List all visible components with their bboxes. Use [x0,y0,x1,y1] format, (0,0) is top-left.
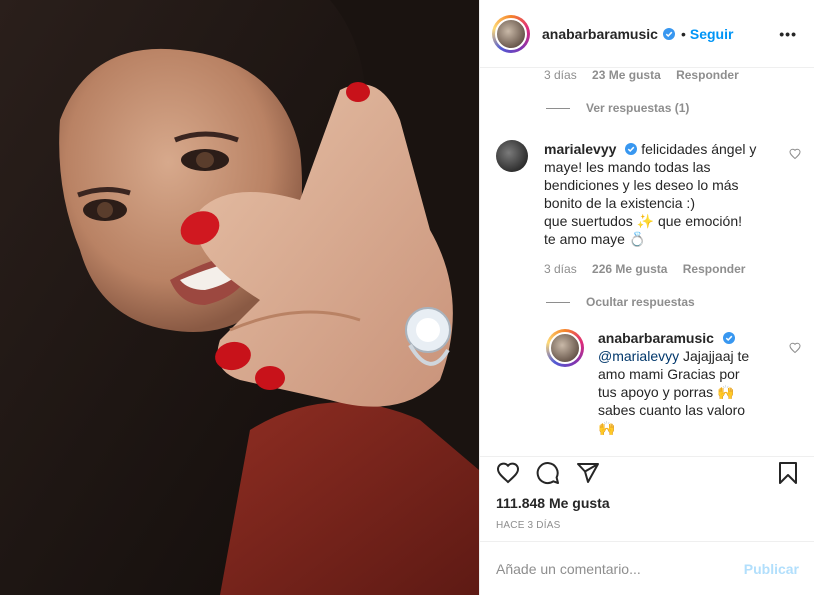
view-replies-button[interactable]: Ver respuestas (1) [546,101,689,115]
comment-item: marialevyy felicidades ángel y maye! les… [496,140,786,248]
reply-username[interactable]: anabarbaramusic [598,330,714,346]
comment-text-line: bonito de la existencia :) [544,195,695,211]
reply-button[interactable]: Responder [676,68,739,82]
comment-username[interactable]: marialevyy [544,141,616,157]
share-paper-plane-icon[interactable] [576,461,600,485]
post-likes-count[interactable]: 111.848 Me gusta [496,495,610,511]
top-comment-meta: 3 días 23 Me gusta Responder [544,68,751,82]
verified-badge-icon [625,143,638,155]
comment-text-line: felicidades ángel y [641,141,757,157]
reply-body: anabarbaramusic @marialevyy Jajajjaaj te… [598,329,749,437]
verified-badge-icon [722,332,735,344]
reply-text-line: tus apoyo y porras [598,384,714,400]
avatar[interactable] [549,332,581,364]
mention-link[interactable]: @marialevyy [598,348,679,364]
author-username[interactable]: anabarbaramusic [542,26,658,42]
like-reply-heart-icon[interactable] [789,342,801,354]
raising-hands-emoji: 🙌 [598,420,616,436]
comment-likes[interactable]: 226 Me gusta [592,262,667,276]
divider [546,107,570,109]
follow-button[interactable]: Seguir [690,26,734,42]
comment-text-line: que emoción! [657,213,743,229]
raising-hands-emoji: 🙌 [717,384,735,400]
sparkles-emoji: ✨ [636,213,655,229]
add-comment-bar: Publicar [480,541,814,595]
comment-text-line: que suertudos [544,213,633,229]
post-photo-illustration [0,0,479,595]
header-separator: • [680,25,686,42]
divider [546,301,570,303]
ring-emoji: 💍 [628,231,647,247]
avatar[interactable] [496,140,528,172]
view-replies-label: Ver respuestas (1) [586,101,690,115]
post-timestamp[interactable]: HACE 3 DÍAS [496,520,560,531]
post-image[interactable] [0,0,479,595]
reply-item: anabarbaramusic @marialevyy Jajajjaaj te… [546,329,786,437]
reply-text-line: amo mami Gracias por [598,366,740,382]
reply-text-line: Jajajjaaj te [683,348,750,364]
comments-list[interactable]: 3 días 23 Me gusta Responder Ver respues… [480,68,814,456]
like-comment-heart-icon[interactable] [789,148,801,160]
comment-input[interactable] [496,560,744,577]
comment-time[interactable]: 3 días [544,262,577,276]
comment-text-line: te amo maye [544,231,625,247]
reply-text-line: sabes cuanto las valoro [598,402,746,418]
avatar[interactable] [495,17,527,50]
reply-button[interactable]: Responder [683,262,746,276]
comment-time[interactable]: 3 días [544,68,577,82]
verified-badge-icon [662,27,675,40]
comment-text-line: bendiciones y les deseo lo más [544,177,739,193]
post-header: anabarbaramusic • Seguir ••• [480,0,814,68]
comment-meta: 3 días 226 Me gusta Responder [544,262,757,276]
hide-replies-label: Ocultar respuestas [586,295,695,309]
reply-avatar-ring[interactable] [546,329,584,367]
hide-replies-button[interactable]: Ocultar respuestas [546,295,695,309]
comment-likes[interactable]: 23 Me gusta [592,68,661,82]
author-avatar-ring[interactable] [492,14,530,53]
publish-button[interactable]: Publicar [744,561,799,577]
save-bookmark-icon[interactable] [776,461,800,485]
comment-text-line: maye! les mando todas las [544,159,711,175]
post-side-panel: anabarbaramusic • Seguir ••• 3 días 23 M… [479,0,814,595]
more-options-icon[interactable]: ••• [779,26,797,42]
comment-bubble-icon[interactable] [536,461,560,485]
post-actions: 111.848 Me gusta HACE 3 DÍAS [480,456,814,541]
comment-body: marialevyy felicidades ángel y maye! les… [544,140,756,248]
like-heart-icon[interactable] [496,461,520,485]
